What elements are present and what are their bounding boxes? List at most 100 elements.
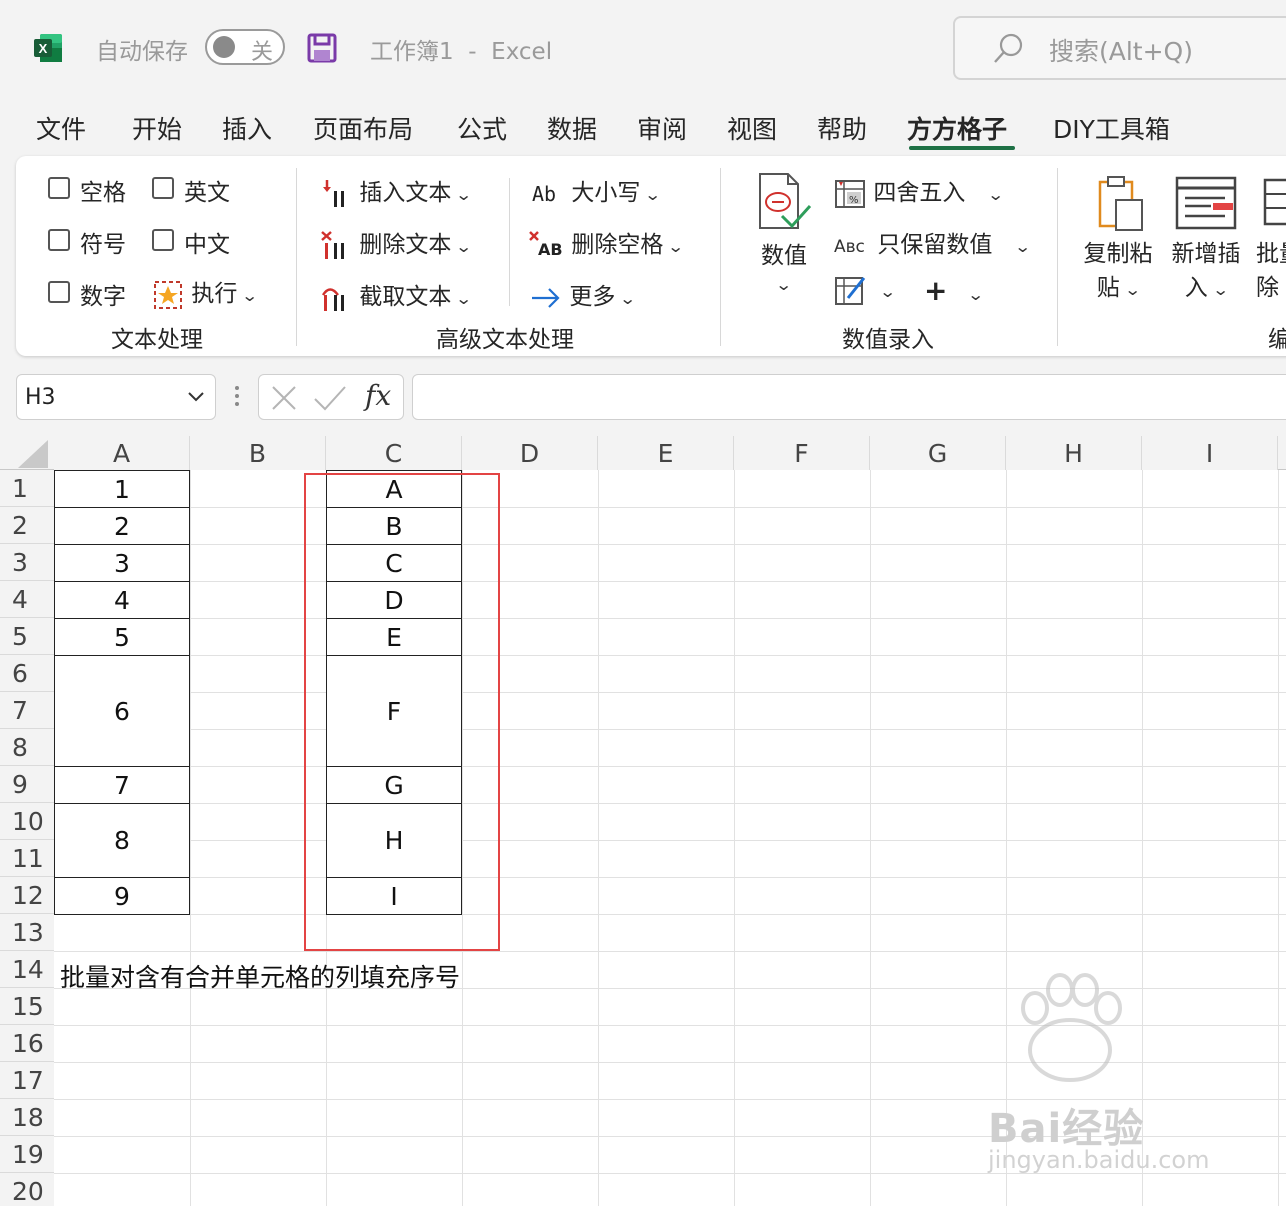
checkbox-symbol[interactable] <box>48 229 70 251</box>
drag-handle-icon[interactable] <box>234 384 240 412</box>
row-header[interactable]: 18 <box>0 1099 54 1136</box>
cell-a4[interactable]: 4 <box>54 581 190 619</box>
tab-view[interactable]: 视图 <box>727 110 777 146</box>
add-button[interactable]: + ⌄ <box>924 274 985 307</box>
insert-rows-icon <box>1175 176 1237 230</box>
chevron-down-icon: ⌄ <box>455 289 473 308</box>
keep-value-label: 只保留数值 <box>877 232 993 258</box>
row-gridline <box>54 803 1286 804</box>
separator <box>509 178 510 306</box>
extract-text-button[interactable]: 截取文本 ⌄ <box>320 277 473 313</box>
row-header[interactable]: 8 <box>0 729 54 766</box>
column-header-c[interactable]: C <box>326 436 462 470</box>
cell-a10-merged[interactable]: 8 <box>54 803 190 878</box>
delete-space-button[interactable]: AB 删除空格 ⌄ <box>528 225 685 261</box>
cell-a6-merged[interactable]: 6 <box>54 655 190 767</box>
row-header[interactable]: 3 <box>0 544 54 581</box>
edit-cell-button[interactable]: ⌄ <box>834 274 897 306</box>
chevron-down-icon[interactable] <box>187 391 205 403</box>
cell-a9[interactable]: 7 <box>54 766 190 804</box>
cell-a12[interactable]: 9 <box>54 877 190 915</box>
autosave-toggle[interactable]: 关 <box>205 29 285 65</box>
insert-text-button[interactable]: 插入文本 ⌄ <box>320 173 473 209</box>
round-button[interactable]: % 四舍五入 ⌄ <box>834 173 1005 209</box>
value-button[interactable]: 数值 ⌄ <box>756 172 812 296</box>
row-header[interactable]: 1 <box>0 470 54 507</box>
column-header-g[interactable]: G <box>870 436 1006 470</box>
chevron-down-icon: ⌄ <box>879 281 897 301</box>
checkbox-number-label: 数字 <box>80 284 126 310</box>
chevron-down-icon: ⌄ <box>987 185 1005 204</box>
row-header[interactable]: 14 <box>0 951 54 988</box>
tab-file[interactable]: 文件 <box>36 110 86 146</box>
tab-formulas[interactable]: 公式 <box>457 110 507 146</box>
chevron-down-icon: ⌄ <box>775 275 793 294</box>
column-header-f[interactable]: F <box>734 436 870 470</box>
document-title: 工作簿1 - Excel <box>370 39 553 65</box>
row-header[interactable]: 15 <box>0 988 54 1025</box>
svg-text:%: % <box>849 195 859 206</box>
column-header-h[interactable]: H <box>1006 436 1142 470</box>
tab-diy-toolbox[interactable]: DIY工具箱 <box>1053 110 1170 146</box>
chevron-down-icon: ⌄ <box>241 286 259 305</box>
column-gridline <box>598 470 599 1206</box>
checkbox-english-label: 英文 <box>184 180 230 206</box>
case-button[interactable]: Ab 大小写 ⌄ <box>532 173 662 209</box>
copy-paste-label: 复制粘 <box>1083 241 1153 267</box>
column-header-i[interactable]: I <box>1142 436 1278 470</box>
checkbox-number[interactable] <box>48 281 70 303</box>
batch-delete-label-2: 除 <box>1256 275 1279 301</box>
row-header[interactable]: 10 <box>0 803 54 840</box>
row-header[interactable]: 11 <box>0 840 54 877</box>
row-header[interactable]: 2 <box>0 507 54 544</box>
svg-text:Ab: Ab <box>532 182 556 206</box>
tab-insert[interactable]: 插入 <box>222 110 272 146</box>
row-header[interactable]: 16 <box>0 1025 54 1062</box>
checkbox-chinese[interactable] <box>152 229 174 251</box>
column-header-a[interactable]: A <box>54 436 190 470</box>
row-header[interactable]: 6 <box>0 655 54 692</box>
execute-button[interactable]: 执行 ⌄ <box>152 274 259 311</box>
cell-a3[interactable]: 3 <box>54 544 190 582</box>
name-box[interactable]: H3 <box>16 374 216 420</box>
tab-review[interactable]: 审阅 <box>637 110 687 146</box>
row-header[interactable]: 17 <box>0 1062 54 1099</box>
tab-data[interactable]: 数据 <box>547 110 597 146</box>
row-header[interactable]: 7 <box>0 692 54 729</box>
column-header-d[interactable]: D <box>462 436 598 470</box>
checkbox-space[interactable] <box>48 177 70 199</box>
row-header[interactable]: 9 <box>0 766 54 803</box>
tab-fangfanggezi[interactable]: 方方格子 <box>907 110 1007 146</box>
more-button[interactable]: 更多 ⌄ <box>530 277 637 313</box>
row-header[interactable]: 13 <box>0 914 54 951</box>
search-box[interactable]: 搜索(Alt+Q) <box>953 16 1286 80</box>
cell-a5[interactable]: 5 <box>54 618 190 656</box>
tab-help[interactable]: 帮助 <box>817 110 867 146</box>
round-label: 四舍五入 <box>873 180 966 206</box>
cancel-icon[interactable] <box>269 383 299 413</box>
delete-text-button[interactable]: 删除文本 ⌄ <box>320 225 473 261</box>
column-header-e[interactable]: E <box>598 436 734 470</box>
tab-home[interactable]: 开始 <box>132 110 182 146</box>
fx-icon[interactable]: fx <box>365 379 391 412</box>
row-header[interactable]: 20 <box>0 1173 54 1206</box>
save-icon[interactable] <box>306 32 338 64</box>
checkbox-english[interactable] <box>152 177 174 199</box>
row-header[interactable]: 4 <box>0 581 54 618</box>
cell-a1[interactable]: 1 <box>54 470 190 508</box>
cell-a14-note[interactable]: 批量对含有合并单元格的列填充序号 <box>60 958 460 994</box>
cell-a2[interactable]: 2 <box>54 507 190 545</box>
tab-page-layout[interactable]: 页面布局 <box>313 110 413 146</box>
keep-value-button[interactable]: Aʙᴄ 只保留数值 ⌄ <box>834 225 1032 261</box>
formula-input[interactable] <box>412 374 1286 420</box>
row-header[interactable]: 5 <box>0 618 54 655</box>
select-all-corner[interactable] <box>18 440 48 468</box>
column-header-b[interactable]: B <box>190 436 326 470</box>
add-insert-button[interactable]: 新增插 入 ⌄ <box>1166 174 1246 302</box>
copy-paste-button[interactable]: 复制粘 贴 ⌄ <box>1080 174 1156 302</box>
batch-delete-button[interactable]: 批量 除 <box>1256 174 1286 302</box>
row-header[interactable]: 19 <box>0 1136 54 1173</box>
confirm-icon[interactable] <box>313 383 347 413</box>
row-gridline <box>54 507 1286 508</box>
row-header[interactable]: 12 <box>0 877 54 914</box>
